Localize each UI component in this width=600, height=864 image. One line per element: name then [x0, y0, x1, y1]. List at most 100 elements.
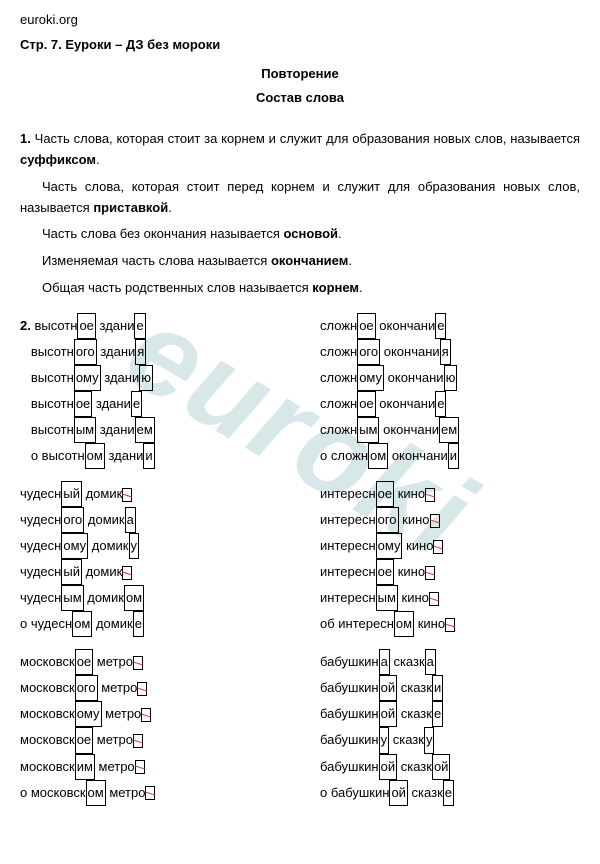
p3c: .: [338, 226, 342, 241]
ending-box: ому: [75, 701, 102, 727]
section-num-2: 2.: [20, 318, 34, 333]
word-pre: высотн: [31, 422, 74, 437]
ending-box: ому: [74, 365, 101, 391]
p5c: .: [359, 280, 363, 295]
ending-box: ом: [72, 611, 92, 637]
word-pre: чудесн: [20, 564, 61, 579]
word-mid: домик: [82, 564, 122, 579]
word-pre: о московск: [20, 785, 86, 800]
word-pre: чудесн: [20, 512, 61, 527]
col-right: бабушкина сказкабабушкиной сказкибабушки…: [320, 649, 580, 805]
word-line: интересному кино: [320, 533, 580, 559]
word-pre: высотн: [31, 370, 74, 385]
word-mid: кино: [394, 564, 425, 579]
p4c: .: [348, 253, 352, 268]
p4b: окончанием: [271, 253, 348, 268]
word-mid: окончани: [376, 318, 436, 333]
section-num-1: 1.: [20, 131, 31, 146]
word-pre: московск: [20, 759, 75, 774]
p2b: приставкой: [93, 200, 168, 215]
word-mid: окончани: [376, 396, 436, 411]
word-mid: сказк: [408, 785, 443, 800]
word-pre: московск: [20, 680, 75, 695]
ending-box: у: [379, 727, 390, 753]
word-mid: сказк: [397, 706, 432, 721]
word-mid: сказк: [397, 759, 432, 774]
word-mid: домик: [88, 538, 128, 553]
ending-box-2: и: [143, 443, 154, 469]
word-mid: кино: [402, 538, 433, 553]
word-mid: домик: [92, 616, 132, 631]
word-grid: московское метромосковского метромосковс…: [20, 649, 580, 805]
col-right: сложное окончаниесложного окончаниясложн…: [320, 313, 580, 469]
ending-box: ый: [61, 481, 82, 507]
word-line: о высотном здании: [20, 443, 280, 469]
word-line: бабушкиной сказкой: [320, 754, 580, 780]
word-pre: о бабушкин: [320, 785, 389, 800]
word-line: о сложном окончании: [320, 443, 580, 469]
ending-box-2: [122, 566, 132, 580]
word-line: о чудесном домике: [20, 611, 280, 637]
ending-box-2: е: [134, 313, 145, 339]
word-mid: окончани: [388, 448, 448, 463]
ending-box: ого: [376, 507, 399, 533]
ending-box-2: ем: [439, 417, 459, 443]
word-pre: бабушкин: [320, 759, 379, 774]
word-pre: высотн: [34, 318, 77, 333]
word-mid: кино: [414, 616, 445, 631]
ending-box-2: а: [125, 507, 136, 533]
word-mid: домик: [84, 590, 124, 605]
ending-box: ого: [75, 675, 98, 701]
ending-box-2: ю: [444, 365, 458, 391]
para-5: Общая часть родственных слов называется …: [20, 278, 580, 299]
word-line: сложным окончанием: [320, 417, 580, 443]
word-pre: о сложн: [320, 448, 368, 463]
word-pre: московск: [20, 654, 75, 669]
page-title: Стр. 7. Еуроки – ДЗ без мороки: [20, 35, 580, 56]
word-pre: чудесн: [20, 590, 61, 605]
p3a: Часть слова без окончания называется: [42, 226, 284, 241]
word-grid: 2. высотное здание высотного здания высо…: [20, 313, 580, 469]
ending-box: ом: [368, 443, 388, 469]
word-pre: интересн: [320, 564, 376, 579]
ending-box: ом: [394, 611, 414, 637]
word-line: сложное окончание: [320, 391, 580, 417]
word-mid: метро: [102, 706, 142, 721]
ending-box: ой: [379, 754, 398, 780]
ending-box: ое: [357, 313, 375, 339]
word-pre: московск: [20, 706, 75, 721]
word-pre: об интересн: [320, 616, 394, 631]
word-line: бабушкину сказку: [320, 727, 580, 753]
word-line: чудесного домика: [20, 507, 280, 533]
ending-box-2: [429, 592, 439, 606]
ending-box-2: ой: [432, 754, 451, 780]
ending-box-2: [135, 760, 145, 774]
word-line: московским метро: [20, 754, 280, 780]
word-line: о бабушкиной сказке: [320, 780, 580, 806]
word-pre: о высотн: [31, 448, 85, 463]
ending-box-2: е: [432, 701, 443, 727]
word-line: высотным зданием: [20, 417, 280, 443]
ending-box-2: ю: [139, 365, 153, 391]
p5b: корнем: [312, 280, 359, 295]
word-pre: сложн: [320, 344, 357, 359]
word-mid: метро: [93, 654, 133, 669]
word-line: чудесным домиком: [20, 585, 280, 611]
word-pre: сложн: [320, 396, 357, 411]
word-pre: интересн: [320, 538, 376, 553]
ending-box-2: я: [135, 339, 146, 365]
col-left: чудесный домикчудесного домикачудесному …: [20, 481, 280, 637]
word-line: московскому метро: [20, 701, 280, 727]
ending-box-2: и: [448, 443, 459, 469]
para-4: Изменяемая часть слова называется оконча…: [20, 251, 580, 272]
ending-box: ое: [75, 727, 93, 753]
word-mid: окончани: [379, 422, 439, 437]
word-mid: кино: [399, 512, 430, 527]
ending-box-2: ем: [135, 417, 155, 443]
ending-box: ому: [376, 533, 403, 559]
p2c: .: [168, 200, 172, 215]
word-pre: бабушкин: [320, 706, 379, 721]
ending-box: ого: [74, 339, 97, 365]
ending-box: ое: [77, 313, 95, 339]
word-line: бабушкина сказка: [320, 649, 580, 675]
